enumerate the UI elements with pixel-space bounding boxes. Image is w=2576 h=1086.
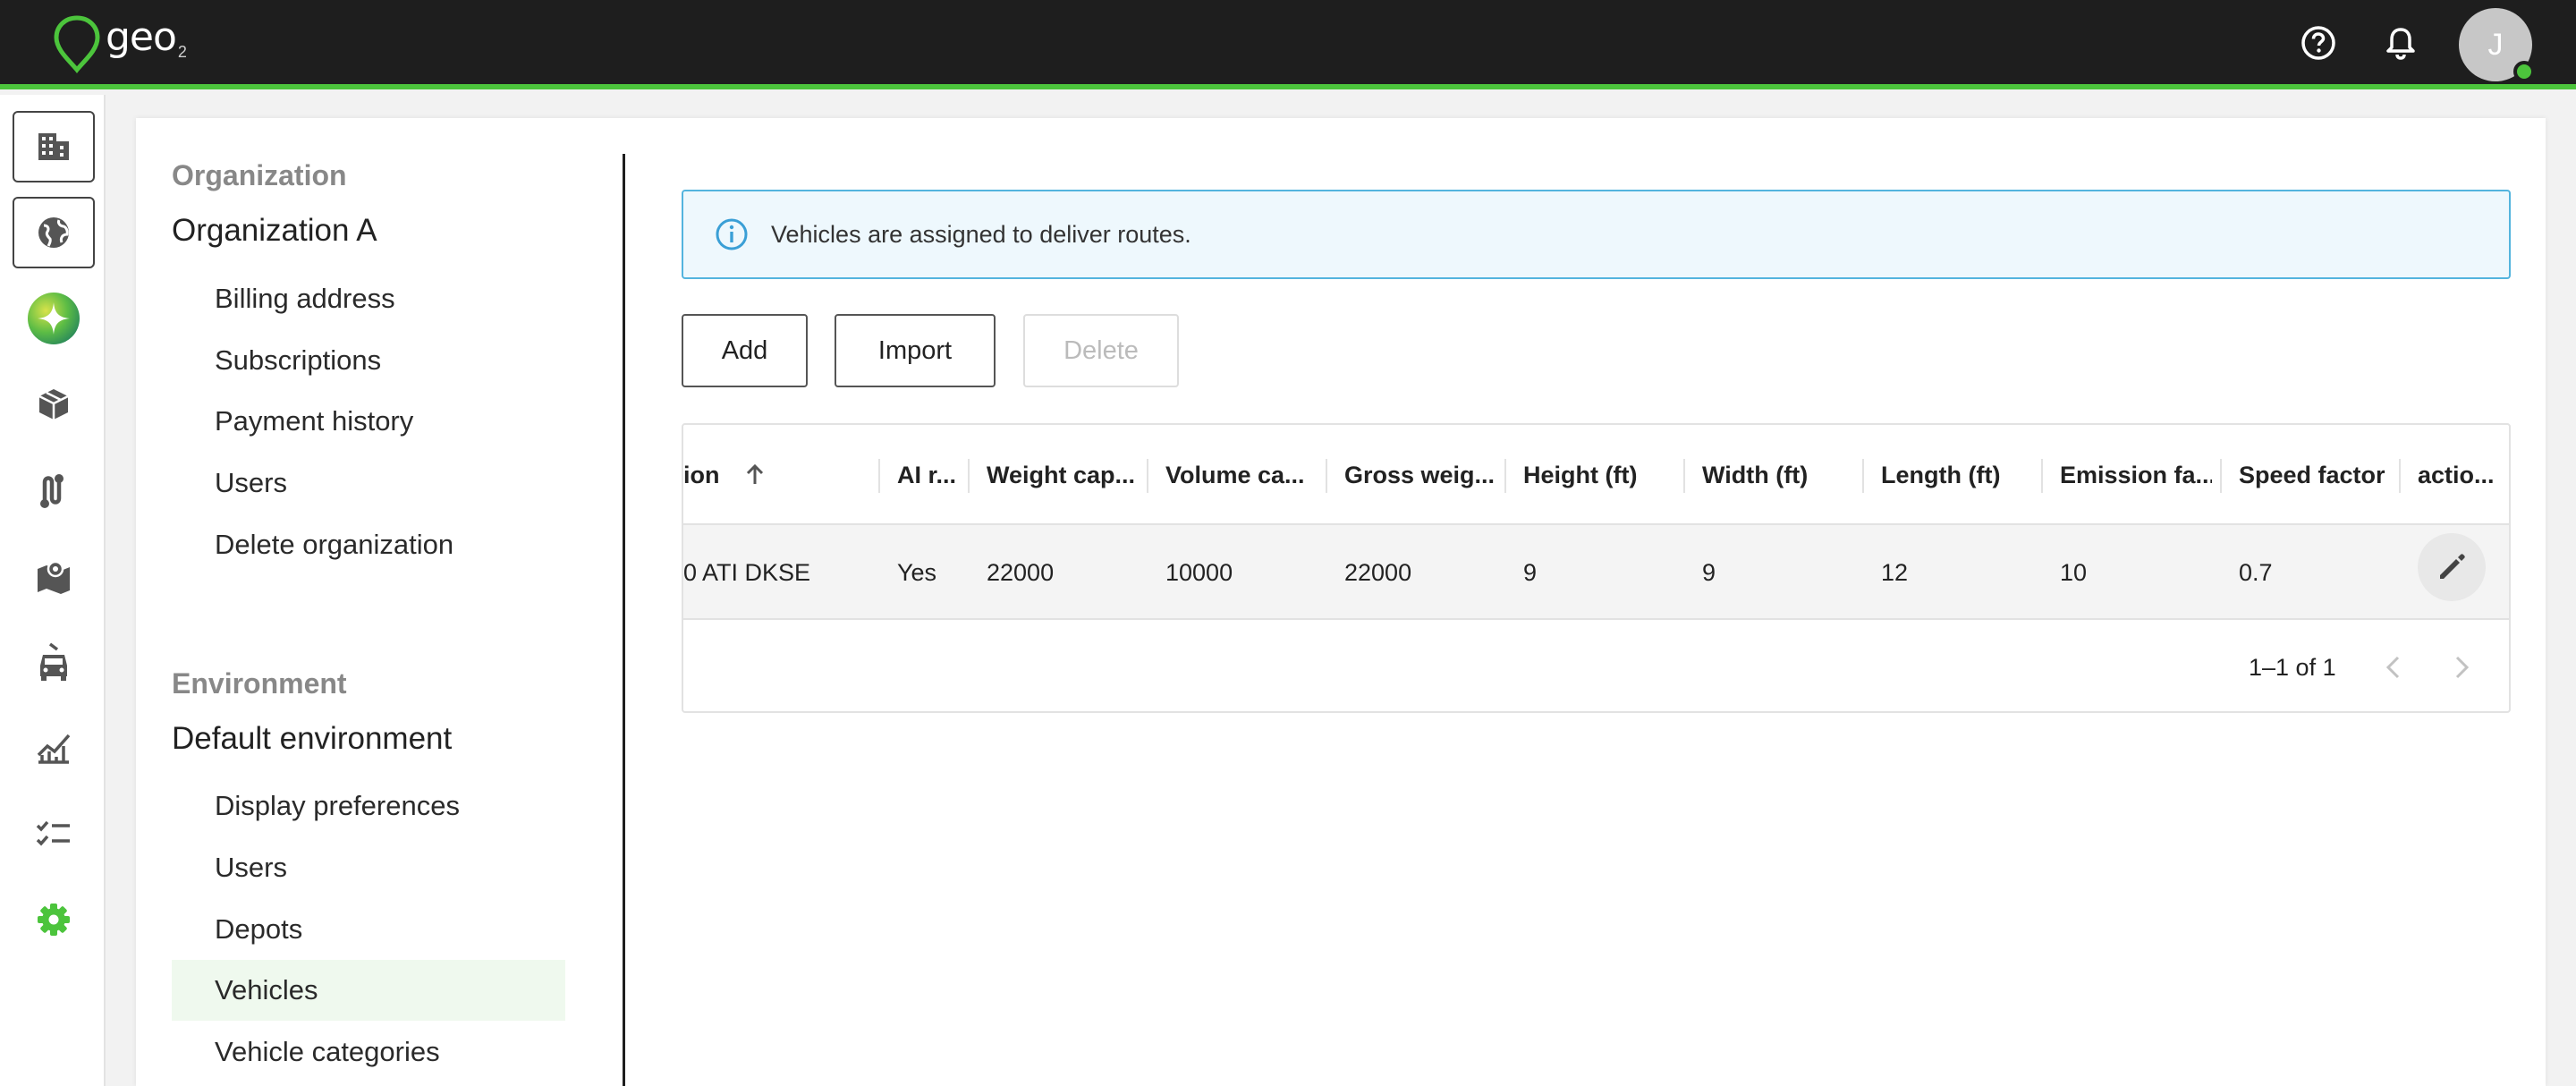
cell-length: 12 bbox=[1881, 558, 1909, 586]
cell-emission-factor: 10 bbox=[2060, 558, 2088, 586]
globe-icon bbox=[38, 217, 69, 248]
cell-weight-capacity: 22000 bbox=[987, 558, 1055, 586]
top-bar: geo 2 J bbox=[0, 0, 2576, 89]
column-separator[interactable] bbox=[1683, 459, 1685, 493]
logo-text: geo bbox=[106, 14, 177, 60]
column-header-actions[interactable]: actio... bbox=[2418, 425, 2507, 525]
sidebar-item-vehicles[interactable]: Vehicles bbox=[172, 960, 565, 1021]
column-separator[interactable] bbox=[2220, 459, 2222, 493]
map-icon bbox=[38, 560, 70, 594]
column-separator[interactable] bbox=[2041, 459, 2043, 493]
add-button[interactable]: Add bbox=[682, 314, 808, 387]
pagination-range: 1–1 of 1 bbox=[2249, 653, 2336, 681]
cell-width: 9 bbox=[1702, 558, 1716, 586]
info-alert: Vehicles are assigned to deliver routes. bbox=[682, 190, 2511, 279]
sidebar-divider bbox=[623, 154, 625, 1086]
rail-environment[interactable] bbox=[13, 197, 95, 268]
rail-organization[interactable] bbox=[13, 111, 95, 182]
sort-ascending-icon[interactable] bbox=[741, 461, 769, 489]
previous-page-button[interactable] bbox=[2376, 649, 2411, 685]
environment-heading: Environment bbox=[172, 667, 347, 700]
cell-gross-weight: 22000 bbox=[1344, 558, 1412, 586]
vehicle-icon bbox=[40, 642, 67, 681]
column-separator[interactable] bbox=[968, 459, 970, 493]
sidebar-item-vehicle-categories[interactable]: Vehicle categories bbox=[172, 1022, 565, 1082]
left-rail bbox=[0, 95, 106, 1086]
column-separator[interactable] bbox=[1504, 459, 1506, 493]
logo-subscript: 2 bbox=[177, 43, 187, 61]
sidebar-item-delete-organization[interactable]: Delete organization bbox=[172, 514, 565, 575]
sidebar-item-display-preferences[interactable]: Display preferences bbox=[172, 776, 565, 836]
table-header: ion AI r... Weight cap... Volume ca... G… bbox=[683, 425, 2509, 525]
cell-ai: Yes bbox=[897, 558, 937, 586]
column-header-speed-factor[interactable]: Speed factor bbox=[2239, 425, 2391, 525]
rail-map[interactable] bbox=[13, 540, 95, 612]
column-header-length[interactable]: Length (ft) bbox=[1881, 425, 2033, 525]
rail-routes[interactable] bbox=[13, 454, 95, 526]
column-header-height[interactable]: Height (ft) bbox=[1523, 425, 1675, 525]
column-header-emission-factor[interactable]: Emission fa... bbox=[2060, 425, 2212, 525]
organization-name[interactable]: Organization A bbox=[172, 213, 377, 249]
column-separator[interactable] bbox=[878, 459, 880, 493]
rail-settings[interactable] bbox=[13, 884, 95, 955]
cell-speed-factor: 0.7 bbox=[2239, 558, 2273, 586]
settings-card: Organization Organization A Billing addr… bbox=[136, 118, 2546, 1086]
import-button[interactable]: Import bbox=[835, 314, 996, 387]
route-icon bbox=[40, 474, 64, 508]
column-separator[interactable] bbox=[1862, 459, 1864, 493]
column-separator[interactable] bbox=[2399, 459, 2401, 493]
rail-orders[interactable] bbox=[13, 369, 95, 440]
table-footer: 1–1 of 1 bbox=[683, 620, 2509, 711]
settings-icon bbox=[38, 904, 70, 936]
rail-analytics[interactable] bbox=[13, 712, 95, 784]
vehicles-table: ion AI r... Weight cap... Volume ca... G… bbox=[682, 423, 2511, 713]
sidebar-item-depots[interactable]: Depots bbox=[172, 899, 565, 960]
rail-vehicles[interactable] bbox=[13, 626, 95, 698]
cell-volume-capacity: 10000 bbox=[1165, 558, 1233, 586]
cell-height: 9 bbox=[1523, 558, 1538, 586]
chevron-right-icon bbox=[2455, 656, 2470, 679]
sidebar-item-env-users[interactable]: Users bbox=[172, 837, 565, 898]
settings-sidebar: Organization Organization A Billing addr… bbox=[136, 118, 624, 1086]
notifications-bell-icon[interactable] bbox=[2381, 23, 2420, 63]
rail-ai[interactable] bbox=[13, 283, 95, 354]
package-icon bbox=[38, 389, 69, 420]
delete-button[interactable]: Delete bbox=[1023, 314, 1179, 387]
app-logo[interactable]: geo 2 bbox=[52, 14, 187, 75]
sidebar-item-payment-history[interactable]: Payment history bbox=[172, 391, 565, 452]
ai-sparkle-icon bbox=[28, 293, 80, 344]
column-header-gross-weight[interactable]: Gross weig... bbox=[1344, 425, 1496, 525]
column-header-volume-capacity[interactable]: Volume ca... bbox=[1165, 425, 1318, 525]
environment-name[interactable]: Default environment bbox=[172, 721, 452, 757]
organization-heading: Organization bbox=[172, 159, 347, 191]
column-header-weight-capacity[interactable]: Weight cap... bbox=[987, 425, 1139, 525]
next-page-button[interactable] bbox=[2444, 649, 2479, 685]
online-status-dot bbox=[2513, 61, 2535, 82]
cell-description: 0 ATI DKSE bbox=[683, 558, 811, 586]
building-icon bbox=[38, 133, 69, 160]
column-header-width[interactable]: Width (ft) bbox=[1702, 425, 1854, 525]
chevron-left-icon bbox=[2385, 656, 2400, 679]
info-alert-text: Vehicles are assigned to deliver routes. bbox=[771, 220, 1191, 248]
table-row[interactable]: 0 ATI DKSE Yes 22000 10000 22000 9 9 12 … bbox=[683, 525, 2509, 620]
edit-row-button[interactable] bbox=[2418, 533, 2486, 601]
checklist-icon bbox=[36, 820, 70, 846]
pencil-icon bbox=[2440, 554, 2465, 579]
sidebar-item-org-users[interactable]: Users bbox=[172, 453, 565, 513]
help-icon[interactable] bbox=[2299, 23, 2338, 63]
location-pin-icon bbox=[54, 15, 100, 73]
info-icon bbox=[716, 218, 748, 250]
column-header-ai[interactable]: AI r... bbox=[897, 425, 960, 525]
analytics-icon bbox=[37, 734, 71, 764]
vehicles-content: Vehicles are assigned to deliver routes.… bbox=[682, 118, 2546, 1086]
sidebar-item-subscriptions[interactable]: Subscriptions bbox=[172, 330, 565, 391]
column-separator[interactable] bbox=[1326, 459, 1327, 493]
column-separator[interactable] bbox=[1147, 459, 1148, 493]
rail-tasks[interactable] bbox=[13, 798, 95, 870]
sidebar-item-billing-address[interactable]: Billing address bbox=[172, 268, 565, 329]
